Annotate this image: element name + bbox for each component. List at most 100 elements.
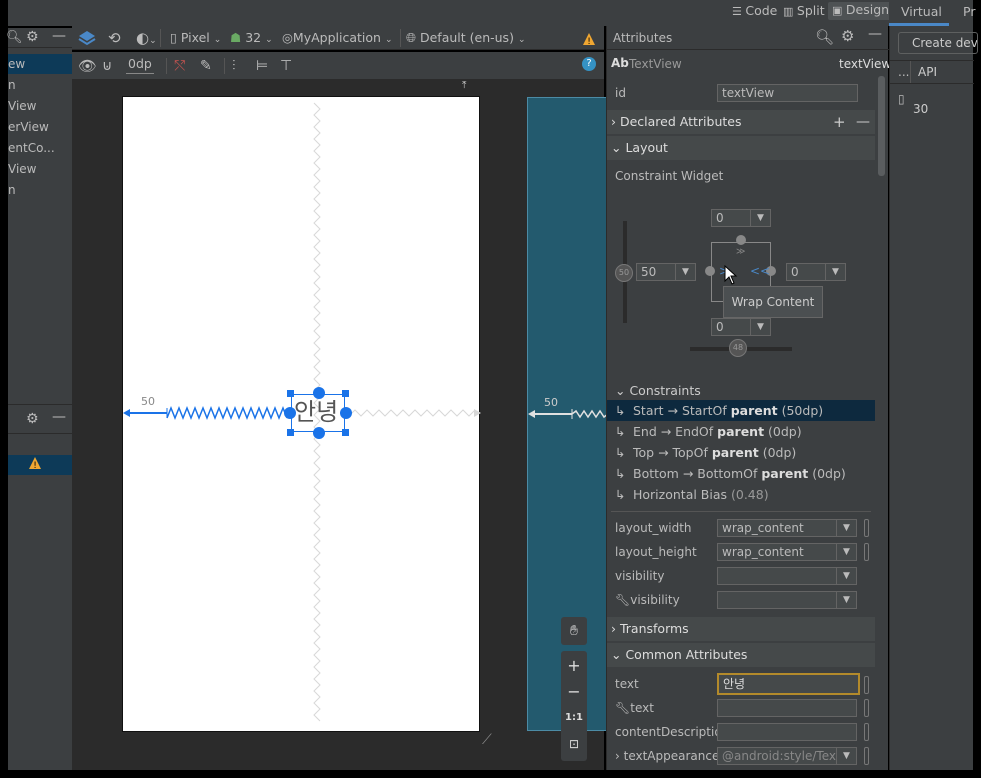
gear-icon[interactable]: ⚙ bbox=[26, 411, 39, 427]
tree-item[interactable]: View bbox=[8, 96, 72, 116]
night-mode-icon[interactable]: ◐⌄ bbox=[136, 26, 157, 50]
zoom-in-icon[interactable]: + bbox=[561, 653, 587, 679]
tab-design[interactable]: ▣ Design bbox=[828, 2, 894, 20]
resource-picker-button[interactable] bbox=[864, 723, 869, 741]
magic-wand-icon[interactable]: ✎ bbox=[200, 54, 212, 78]
api-column-header[interactable]: API bbox=[918, 65, 937, 79]
tab-virtual[interactable]: Virtual bbox=[889, 0, 949, 26]
gear-icon[interactable]: ⚙ bbox=[841, 27, 854, 45]
top-margin-dropdown[interactable]: 0 ▼ bbox=[711, 209, 771, 227]
top-anchor[interactable] bbox=[313, 387, 325, 399]
pack-icon[interactable]: ⊤ bbox=[280, 54, 292, 78]
section-transforms[interactable]: › Transforms bbox=[607, 617, 875, 641]
tree-item[interactable]: n bbox=[8, 75, 72, 95]
zoom-actual-size-button[interactable]: 1:1 bbox=[561, 705, 587, 731]
constraint-item[interactable]: ↳ Top → TopOf parent (0dp) bbox=[607, 442, 875, 463]
tools-visibility-dropdown[interactable]: ▼ bbox=[717, 591, 857, 609]
zoom-out-icon[interactable]: − bbox=[561, 679, 587, 705]
end-margin-dropdown[interactable]: 0 ▼ bbox=[786, 263, 846, 281]
start-anchor-dot[interactable] bbox=[705, 266, 715, 276]
minimize-icon[interactable]: — bbox=[868, 26, 882, 42]
guidelines-icon[interactable]: ⫶ bbox=[232, 54, 236, 78]
eye-icon[interactable]: 👁︎ bbox=[78, 54, 97, 78]
layout-height-dropdown[interactable]: wrap_content ▼ bbox=[717, 543, 857, 561]
create-device-button[interactable]: Create devic bbox=[898, 32, 978, 54]
theme-dropdown[interactable]: ◎MyApplication ⌄ bbox=[282, 26, 392, 50]
start-margin-dropdown[interactable]: 50 ▼ bbox=[636, 263, 696, 281]
tree-item[interactable]: ew bbox=[8, 54, 72, 74]
search-icon[interactable]: 🔍︎ bbox=[815, 28, 834, 46]
id-field[interactable]: textView bbox=[717, 84, 858, 102]
constraint-item[interactable]: ↳ End → EndOf parent (0dp) bbox=[607, 421, 875, 442]
tab-pr[interactable]: Pr bbox=[963, 4, 975, 19]
zoom-controls: + − 1:1 ⊡ bbox=[561, 651, 587, 761]
minimize-icon[interactable]: — bbox=[52, 409, 66, 425]
align-icon[interactable]: ⊨ bbox=[256, 54, 268, 78]
resource-picker-button[interactable] bbox=[864, 747, 869, 765]
top-anchor-dot[interactable] bbox=[736, 235, 746, 245]
warning-icon[interactable]: ! bbox=[582, 30, 596, 54]
constraint-item[interactable]: ↳ Start → StartOf parent (50dp) bbox=[607, 400, 875, 421]
tree-item[interactable]: View bbox=[8, 159, 72, 179]
resize-handle[interactable] bbox=[342, 429, 349, 436]
resize-handle[interactable] bbox=[287, 429, 294, 436]
default-margin-input[interactable]: 0dp bbox=[126, 56, 154, 74]
locale-dropdown[interactable]: 🌐︎ Default (en-us) ⌄ bbox=[406, 26, 525, 50]
layout-width-dropdown[interactable]: wrap_content ▼ bbox=[717, 519, 857, 537]
resource-picker-button[interactable] bbox=[864, 699, 869, 717]
orientation-icon[interactable]: ⟲ bbox=[108, 26, 121, 50]
device-dropdown[interactable]: ▯ Pixel ⌄ bbox=[170, 26, 221, 50]
add-icon[interactable]: + bbox=[833, 110, 846, 134]
gear-icon[interactable]: ⚙ bbox=[26, 29, 39, 45]
layers-icon[interactable] bbox=[78, 26, 96, 50]
issue-row[interactable]: ! bbox=[8, 455, 72, 475]
section-layout[interactable]: ⌄ Layout bbox=[607, 136, 875, 160]
design-surface[interactable]: 50 안녕 bbox=[122, 96, 481, 732]
tree-item[interactable]: n bbox=[8, 180, 72, 200]
text-appearance-dropdown[interactable]: @android:style/Text ▼ bbox=[717, 747, 857, 765]
tree-item[interactable]: entCo... bbox=[8, 138, 72, 158]
section-common-attributes[interactable]: ⌄ Common Attributes bbox=[607, 643, 875, 667]
help-icon[interactable]: ? bbox=[582, 57, 596, 71]
minimize-icon[interactable]: — bbox=[52, 28, 66, 44]
clear-constraints-icon[interactable]: ⤲ bbox=[174, 54, 185, 78]
magnet-icon[interactable]: ⊍ bbox=[102, 54, 112, 78]
wrench-icon: 🔧︎ bbox=[615, 593, 631, 607]
wrap-content-tooltip: Wrap Content bbox=[723, 286, 823, 318]
warning-icon: ! bbox=[28, 456, 42, 471]
remove-icon[interactable]: — bbox=[856, 110, 870, 134]
search-icon[interactable]: 🔍︎ bbox=[6, 30, 23, 45]
text-view[interactable]: 안녕 bbox=[284, 387, 352, 439]
constraint-item[interactable]: ↳ Horizontal Bias (0.48) bbox=[607, 484, 875, 505]
wrap-content-chevron-icon[interactable]: ≫ bbox=[736, 248, 745, 257]
start-anchor[interactable] bbox=[284, 407, 296, 419]
section-declared-attributes[interactable]: › Declared Attributes + — bbox=[607, 110, 875, 134]
tools-text-field[interactable] bbox=[717, 699, 857, 717]
attributes-scrollbar[interactable] bbox=[878, 76, 885, 176]
bottom-anchor[interactable] bbox=[313, 427, 325, 439]
resize-handle[interactable] bbox=[287, 390, 294, 397]
bottom-margin-dropdown[interactable]: 0 ▼ bbox=[711, 318, 771, 336]
pan-hand-icon[interactable]: ✋︎ bbox=[561, 617, 587, 645]
horizontal-bias-knob[interactable]: 48 bbox=[729, 339, 747, 357]
text-field[interactable]: 안녕 bbox=[717, 673, 860, 695]
resource-picker-button[interactable] bbox=[864, 676, 869, 694]
tree-item[interactable]: erView bbox=[8, 117, 72, 137]
constraint-item[interactable]: ↳ Bottom → BottomOf parent (0dp) bbox=[607, 463, 875, 484]
end-anchor[interactable] bbox=[340, 407, 352, 419]
content-description-field[interactable] bbox=[717, 723, 857, 741]
resize-corner-icon[interactable]: ⟋ bbox=[482, 732, 492, 748]
resize-handle[interactable] bbox=[342, 390, 349, 397]
zoom-fit-icon[interactable]: ⊡ bbox=[561, 731, 587, 757]
visibility-dropdown[interactable]: ▼ bbox=[717, 567, 857, 585]
svg-text:!: ! bbox=[587, 37, 591, 46]
resource-picker-button[interactable] bbox=[864, 543, 869, 561]
api-dropdown[interactable]: ☗ 32 ⌄ bbox=[230, 26, 273, 50]
resource-picker-button[interactable] bbox=[864, 519, 869, 537]
tab-code[interactable]: ☰ Code bbox=[732, 3, 777, 18]
wrap-content-chevron-icon[interactable]: << bbox=[750, 264, 770, 278]
vertical-bias-knob[interactable]: 50 bbox=[615, 264, 633, 282]
constraints-header[interactable]: ⌄ Constraints bbox=[615, 383, 701, 398]
blueprint-margin-label: 50 bbox=[544, 396, 558, 409]
tab-split[interactable]: ▥ Split bbox=[783, 3, 825, 18]
